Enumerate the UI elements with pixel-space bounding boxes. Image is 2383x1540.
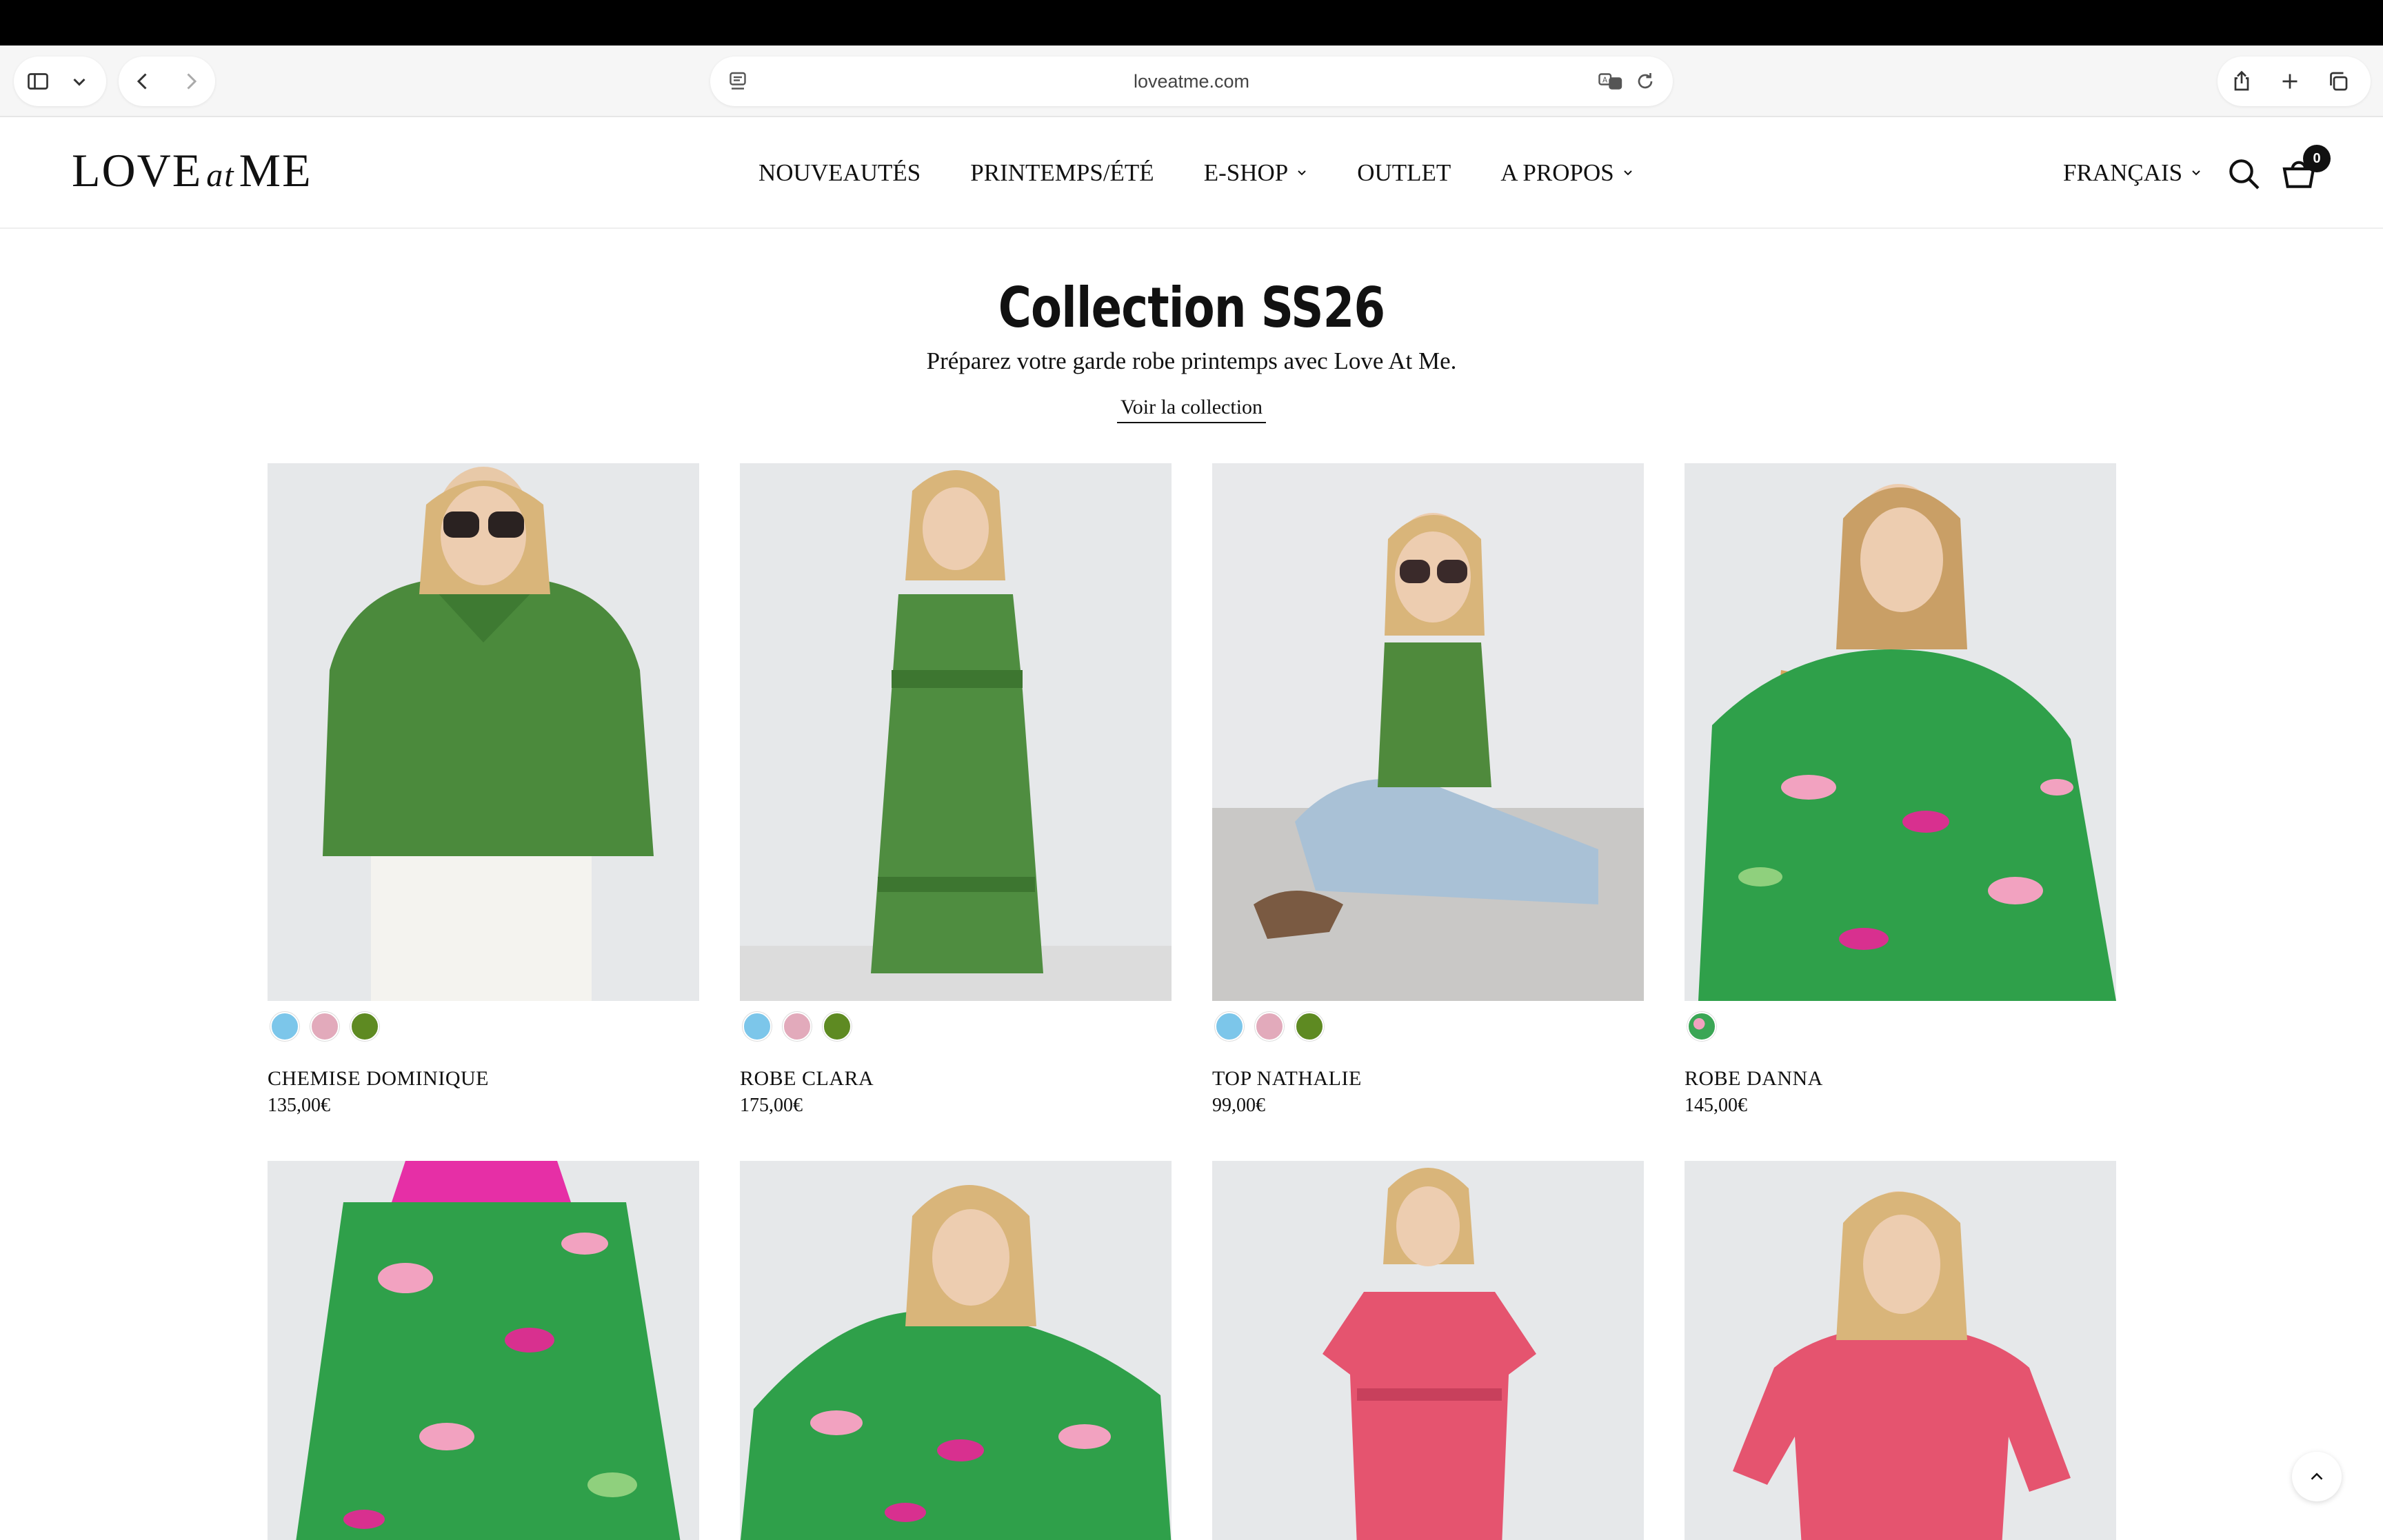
nav-item-a-propos[interactable]: A PROPOS bbox=[1500, 159, 1633, 187]
chevron-down-icon[interactable] bbox=[62, 57, 97, 106]
page-subtitle: Préparez votre garde robe printemps avec… bbox=[926, 347, 1457, 374]
chevron-up-icon bbox=[2311, 1472, 2323, 1480]
product-price: 175,00€ bbox=[740, 1095, 803, 1116]
color-swatch[interactable] bbox=[743, 1012, 772, 1041]
product-image[interactable] bbox=[1212, 1161, 1644, 1540]
nav-label: PRINTEMPS/ÉTÉ bbox=[970, 159, 1154, 186]
share-icon[interactable] bbox=[2218, 57, 2266, 106]
nav-item-e-shop[interactable]: E-SHOP bbox=[1204, 159, 1308, 187]
browser-toolbar: loveatme.com A bbox=[0, 45, 2383, 117]
color-swatch[interactable] bbox=[823, 1012, 852, 1041]
product-image[interactable] bbox=[740, 463, 1172, 1001]
url-text[interactable]: loveatme.com bbox=[710, 57, 1673, 106]
forward-button[interactable] bbox=[167, 57, 215, 106]
cart-count-badge: 0 bbox=[2303, 145, 2331, 172]
nav-label: A PROPOS bbox=[1500, 159, 1614, 186]
logo-text-right: ME bbox=[239, 144, 312, 196]
product-image[interactable] bbox=[268, 1161, 699, 1540]
color-swatch[interactable] bbox=[783, 1012, 812, 1041]
product-image[interactable] bbox=[1685, 1161, 2116, 1540]
nav-item-outlet[interactable]: OUTLET bbox=[1357, 159, 1451, 187]
brand-logo[interactable]: LOVE atME bbox=[72, 143, 312, 198]
color-swatch[interactable] bbox=[350, 1012, 379, 1041]
color-swatches bbox=[1687, 1012, 1716, 1041]
address-bar[interactable]: loveatme.com A bbox=[710, 57, 1673, 106]
color-swatch[interactable] bbox=[310, 1012, 339, 1041]
language-selector[interactable]: FRANÇAIS bbox=[2063, 117, 2202, 229]
nav-item-nouveautes[interactable]: NOUVEAUTÉS bbox=[758, 159, 921, 187]
window-actions-group bbox=[2218, 57, 2371, 106]
logo-text-left: LOVE bbox=[72, 144, 203, 196]
tabs-icon[interactable] bbox=[2314, 57, 2362, 106]
nav-item-printemps-ete[interactable]: PRINTEMPS/ÉTÉ bbox=[970, 159, 1154, 187]
color-swatches bbox=[743, 1012, 852, 1041]
product-name[interactable]: ROBE CLARA bbox=[740, 1067, 874, 1091]
product-name[interactable]: TOP NATHALIE bbox=[1212, 1067, 1362, 1091]
back-button[interactable] bbox=[119, 57, 167, 106]
nav-label: E-SHOP bbox=[1203, 159, 1289, 186]
site-header: LOVE atME NOUVEAUTÉS PRINTEMPS/ÉTÉ E-SHOP… bbox=[0, 117, 2383, 229]
search-icon[interactable] bbox=[2224, 154, 2263, 193]
chevron-down-icon bbox=[2192, 170, 2200, 176]
plus-icon[interactable] bbox=[2266, 57, 2314, 106]
color-swatch[interactable] bbox=[270, 1012, 299, 1041]
nav-label: OUTLET bbox=[1357, 159, 1451, 186]
product-image[interactable] bbox=[1212, 463, 1644, 1001]
chevron-down-icon bbox=[1298, 170, 1306, 176]
product-price: 135,00€ bbox=[268, 1095, 330, 1116]
see-collection-link[interactable]: Voir la collection bbox=[1117, 396, 1266, 423]
chevron-down-icon bbox=[1623, 170, 1632, 176]
reload-icon[interactable] bbox=[1633, 69, 1658, 97]
translate-icon[interactable]: A bbox=[1597, 69, 1625, 97]
product-price: 145,00€ bbox=[1685, 1095, 1747, 1116]
nav-label: NOUVEAUTÉS bbox=[758, 159, 921, 186]
color-swatch[interactable] bbox=[1295, 1012, 1324, 1041]
scroll-to-top-button[interactable] bbox=[2292, 1452, 2342, 1501]
product-price: 99,00€ bbox=[1212, 1095, 1265, 1116]
color-swatches bbox=[270, 1012, 379, 1041]
language-label: FRANÇAIS bbox=[2063, 159, 2183, 186]
sidebar-icon[interactable] bbox=[14, 57, 62, 106]
system-top-bar bbox=[0, 0, 2383, 45]
page-title: Collection SS26 bbox=[998, 276, 1385, 340]
color-swatch[interactable] bbox=[1687, 1012, 1716, 1041]
color-swatch[interactable] bbox=[1255, 1012, 1284, 1041]
svg-text:A: A bbox=[1602, 77, 1608, 85]
logo-text-mid: at bbox=[206, 157, 235, 194]
history-nav-group bbox=[119, 57, 215, 106]
product-name[interactable]: CHEMISE DOMINIQUE bbox=[268, 1067, 489, 1091]
color-swatch[interactable] bbox=[1215, 1012, 1244, 1041]
color-swatches bbox=[1215, 1012, 1324, 1041]
product-image[interactable] bbox=[740, 1161, 1172, 1540]
product-image[interactable] bbox=[1685, 463, 2116, 1001]
main-nav: NOUVEAUTÉS PRINTEMPS/ÉTÉ E-SHOP OUTLET A… bbox=[758, 117, 1633, 229]
product-name[interactable]: ROBE DANNA bbox=[1685, 1067, 1823, 1091]
product-image[interactable] bbox=[268, 463, 699, 1001]
sidebar-toggle-group[interactable] bbox=[14, 57, 106, 106]
